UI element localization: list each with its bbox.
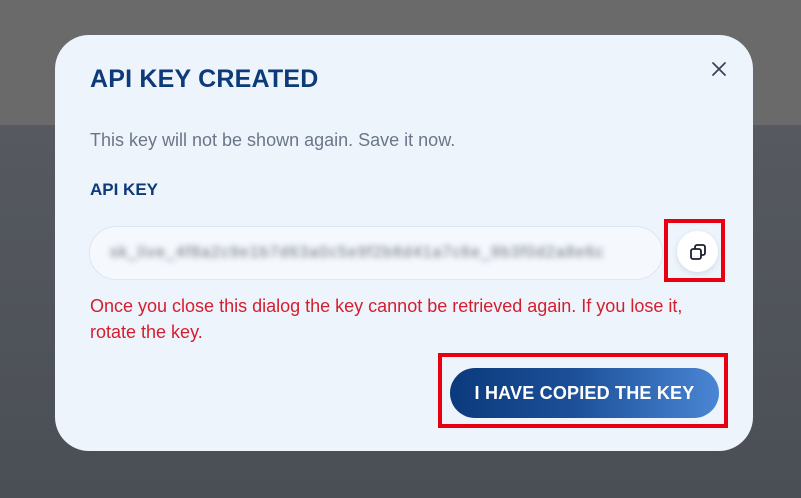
dialog-subtitle: This key will not be shown again. Save i…	[90, 130, 456, 150]
warning-message: Once you close this dialog the key canno…	[90, 296, 683, 342]
dialog-title: API KEY CREATED	[90, 65, 319, 93]
close-button[interactable]	[705, 55, 733, 83]
copy-icon	[689, 243, 706, 260]
api-key-label: API KEY	[90, 180, 159, 199]
confirm-copied-button[interactable]: I HAVE COPIED THE KEY	[450, 368, 719, 418]
close-icon	[712, 62, 726, 76]
copy-key-button[interactable]	[677, 231, 718, 272]
api-key-field[interactable]: sk_live_4f8a2c9e1b7d63a0c5e9f2b8d41a7c6e…	[89, 226, 663, 280]
api-key-value[interactable]: sk_live_4f8a2c9e1b7d63a0c5e9f2b8d41a7c6e…	[110, 244, 604, 262]
api-key-dialog: API KEY CREATED This key will not be sho…	[55, 35, 753, 451]
